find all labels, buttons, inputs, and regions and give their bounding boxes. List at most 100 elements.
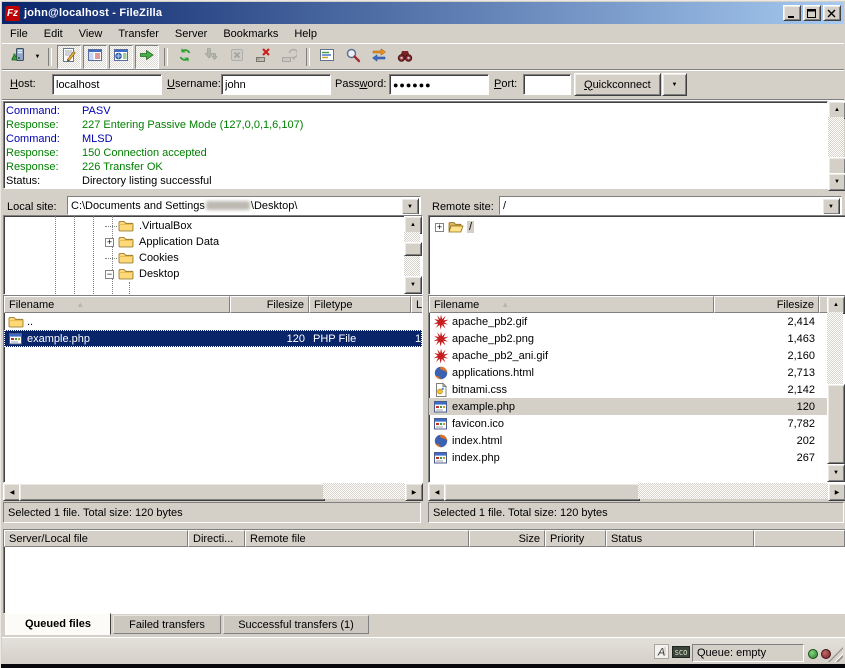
scroll-down-button[interactable]: ▼ [828,173,845,191]
queue-column-priority[interactable]: Priority [545,530,606,547]
find-button[interactable] [393,45,417,69]
file-row-example-php[interactable]: example.php 120 [429,398,845,415]
scrollbar-thumb[interactable] [444,483,640,501]
toggle-remote-tree-icon [113,47,129,66]
column-header-filename[interactable]: Filename▲ [4,296,230,313]
expand-plus-icon[interactable]: + [435,223,444,232]
file-row-favicon-ico[interactable]: favicon.ico7,782 [429,415,845,432]
queue-column-size[interactable]: Size [469,530,545,547]
queue-column-server-local-file[interactable]: Server/Local file [4,530,188,547]
site-manager-dropdown-arrow[interactable]: ▼ [31,47,44,67]
file-row-apache-pb2-ani-gif[interactable]: apache_pb2_ani.gif2,160 [429,347,845,364]
column-header-filesize[interactable]: Filesize [714,296,819,313]
log-scrollbar[interactable]: ▲ ▼ [828,101,844,189]
toggle-log-button[interactable] [57,45,81,69]
scrollbar-thumb[interactable] [19,483,325,501]
scroll-right-button[interactable]: ▶ [405,483,423,501]
file-name: example.php [452,401,515,413]
sync-browsing-button[interactable] [367,45,391,69]
menu-file[interactable]: File [2,26,36,42]
scrollbar-track[interactable] [827,312,843,384]
column-header-label: Filesize [267,299,304,311]
toggle-queue-button[interactable] [135,45,159,69]
file-row-bitnami-css[interactable]: bitnami.css2,142 [429,381,845,398]
column-header-filetype[interactable]: Filetype [309,296,411,313]
column-header-filename[interactable]: Filename▲ [429,296,714,313]
tree-item-application-data[interactable]: +Application Data [4,234,422,250]
site-manager-button[interactable] [6,45,30,69]
menu-transfer[interactable]: Transfer [110,26,167,42]
file-row-index-html[interactable]: index.html202 [429,432,845,449]
scroll-down-button[interactable]: ▼ [827,464,845,482]
menu-view[interactable]: View [71,26,111,42]
port-field[interactable] [523,74,571,95]
quickconnect-button[interactable]: Quickconnect [574,73,661,96]
filter-button[interactable] [315,45,339,69]
column-header-l[interactable]: L [411,296,423,313]
toggle-queue-icon [139,47,155,66]
scrollbar-track[interactable] [828,117,844,157]
remote-site-combo[interactable]: / ▼ [499,196,842,215]
local-path-after: \Desktop\ [251,200,297,212]
disconnect-button[interactable] [251,45,275,69]
file-row-index-php[interactable]: index.php267 [429,449,845,466]
tab-queued-files[interactable]: Queued files [5,613,111,635]
file-cell [411,313,423,330]
file-cell: 2,160 [714,347,819,364]
menu-help[interactable]: Help [286,26,325,42]
expand-plus-icon[interactable]: + [105,238,114,247]
tree-item-desktop[interactable]: −Desktop [4,266,422,282]
queue-column-remote-file[interactable]: Remote file [245,530,469,547]
scrollbar-thumb[interactable] [827,384,845,464]
data-type-ascii-icon[interactable]: A [654,644,669,659]
quickconnect-dropdown-arrow[interactable]: ▼ [662,73,687,96]
local-list-hscrollbar[interactable]: ◀ ▶ [3,483,421,499]
combo-dropdown-arrow-icon[interactable]: ▼ [822,198,840,215]
file-row-example-php[interactable]: example.php120PHP File1 [4,330,422,347]
file-cell: 120 [714,398,819,415]
scroll-down-button[interactable]: ▼ [404,276,422,294]
refresh-button[interactable] [173,45,197,69]
close-button[interactable] [823,5,841,21]
tree-item-virtualbox[interactable]: .VirtualBox [4,218,422,234]
remote-list-hscrollbar[interactable]: ◀ ▶ [428,483,844,499]
filezilla-logo-icon[interactable]: Fz [5,6,20,21]
column-header-filesize[interactable]: Filesize [230,296,309,313]
tree-item-cookies[interactable]: Cookies [4,250,422,266]
host-field[interactable] [52,74,162,95]
minimize-button[interactable] [783,5,801,21]
scroll-right-button[interactable]: ▶ [828,483,845,501]
collapse-minus-icon[interactable]: − [105,270,114,279]
password-field[interactable] [389,74,489,95]
scrollbar-track[interactable] [323,483,405,499]
queue-column-status[interactable]: Status [606,530,754,547]
file-row-apache-pb2-gif[interactable]: apache_pb2.gif2,414 [429,313,845,330]
log-label: Status: [6,174,82,188]
remote-list-scrollbar[interactable]: ▲ ▼ [827,296,843,480]
file-row-item[interactable]: .. [4,313,422,330]
file-row-applications-html[interactable]: applications.html2,713 [429,364,845,381]
compare-button[interactable] [341,45,365,69]
scrollbar-thumb[interactable] [404,242,422,256]
tab-successful-transfers-1[interactable]: Successful transfers (1) [223,615,369,634]
combo-dropdown-arrow-icon[interactable]: ▼ [401,198,419,215]
remote-site-label: Remote site: [432,198,494,215]
menu-bookmarks[interactable]: Bookmarks [215,26,286,42]
toggle-local-tree-button[interactable] [83,45,107,69]
file-cell: apache_pb2.png [429,330,714,347]
maximize-button[interactable] [803,5,821,21]
local-tree-scrollbar[interactable]: ▲ ▼ [404,216,420,292]
file-row-apache-pb2-png[interactable]: apache_pb2.png1,463 [429,330,845,347]
queue-column-directi[interactable]: Directi... [188,530,245,547]
toggle-log-icon [61,47,77,66]
tab-failed-transfers[interactable]: Failed transfers [113,615,221,634]
file-cell [309,313,411,330]
local-site-combo[interactable]: C:\Documents and Settings\Desktop\ ▼ [67,196,421,215]
speed-limit-icon[interactable]: SCO [672,646,690,658]
tree-item-item[interactable]: +/ [429,219,845,235]
username-field[interactable] [221,74,331,95]
menu-server[interactable]: Server [167,26,215,42]
scrollbar-track[interactable] [638,483,828,499]
menu-edit[interactable]: Edit [36,26,71,42]
toggle-remote-tree-button[interactable] [109,45,133,69]
